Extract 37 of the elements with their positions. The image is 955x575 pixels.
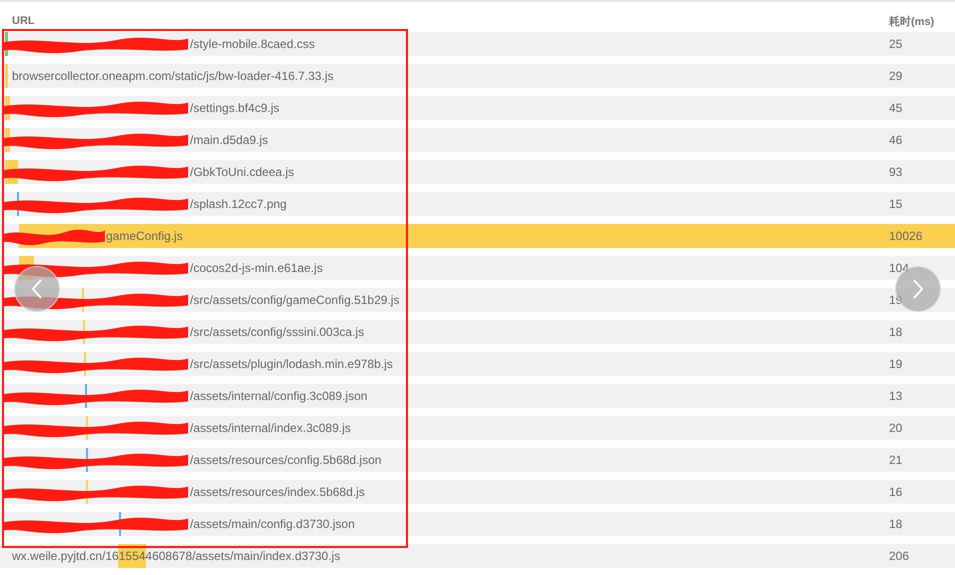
url-text: /src/assets/config/gameConfig.51b29.js xyxy=(190,293,400,307)
duration-text: 25 xyxy=(889,37,904,51)
url-text: gameConfig.js xyxy=(106,229,183,243)
duration-text: 18 xyxy=(889,517,904,531)
duration-text: 19 xyxy=(889,357,904,371)
url-text: /style-mobile.8caed.css xyxy=(190,37,315,51)
url-text: /src/assets/plugin/lodash.min.e978b.js xyxy=(190,357,393,371)
url-text: /splash.12cc7.png xyxy=(190,197,287,211)
column-header: URL xyxy=(12,15,36,27)
chevron-left-icon xyxy=(30,278,44,300)
url-text: /assets/internal/config.3c089.json xyxy=(190,389,368,403)
url-text: /main.d5da9.js xyxy=(190,133,268,147)
duration-text: 20 xyxy=(889,421,904,435)
duration-text: 29 xyxy=(889,69,904,83)
url-text: browsercollector.oneapm.com/static/js/bw-loader-416.7.33.js xyxy=(12,69,334,83)
duration-text: 13 xyxy=(889,389,904,403)
duration-text: 18 xyxy=(889,325,904,339)
url-text: /assets/resources/index.5b68d.js xyxy=(190,485,365,499)
url-text: /settings.bf4c9.js xyxy=(190,101,280,115)
url-text: /GbkToUni.cdeea.js xyxy=(190,165,294,179)
duration-text: 19 xyxy=(889,293,904,307)
duration-text: 21 xyxy=(889,453,904,467)
duration-text: 206 xyxy=(889,549,910,563)
url-text: /assets/main/config.d3730.json xyxy=(190,517,355,531)
duration-text: 104 xyxy=(889,261,910,275)
url-text: /cocos2d-js-min.e61ae.js xyxy=(190,261,323,275)
url-text: /assets/internal/index.3c089.js xyxy=(190,421,351,435)
url-text: /src/assets/config/sssini.003ca.js xyxy=(190,325,364,339)
duration-text: 10026 xyxy=(889,229,924,243)
chevron-right-icon xyxy=(911,278,925,300)
duration-text: 45 xyxy=(889,101,904,115)
column-header: 耗时(ms) xyxy=(889,14,936,28)
duration-text: 15 xyxy=(889,197,904,211)
url-text: /assets/resources/config.5b68d.json xyxy=(190,453,382,467)
duration-text: 93 xyxy=(889,165,904,179)
duration-text: 46 xyxy=(889,133,904,147)
duration-text: 16 xyxy=(889,485,904,499)
